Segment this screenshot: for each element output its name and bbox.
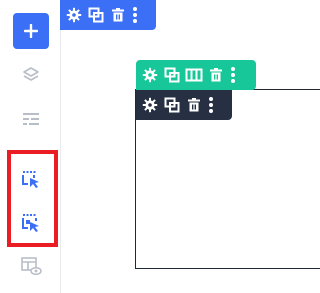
add-element-button[interactable]: [13, 13, 49, 49]
preview-layout-button[interactable]: [13, 248, 49, 284]
highlight-frame: [7, 150, 58, 247]
navigator-button[interactable]: [13, 101, 49, 137]
gear-icon[interactable]: [141, 96, 159, 114]
layers-icon: [23, 67, 39, 81]
duplicate-icon[interactable]: [163, 66, 181, 84]
gear-icon[interactable]: [141, 66, 159, 84]
columns-icon[interactable]: [185, 66, 203, 84]
gear-icon[interactable]: [65, 6, 83, 24]
preview-layout-icon: [21, 257, 42, 276]
container-toolbar: [136, 60, 256, 90]
left-sidebar: [0, 0, 61, 293]
more-icon[interactable]: [229, 66, 237, 84]
more-icon[interactable]: [207, 96, 215, 114]
trash-icon[interactable]: [109, 6, 127, 24]
trash-icon[interactable]: [185, 96, 203, 114]
trash-icon[interactable]: [207, 66, 225, 84]
add-icon: [24, 24, 38, 38]
more-icon[interactable]: [131, 6, 139, 24]
outer-element-toolbar: [60, 0, 156, 30]
inner-element-toolbar: [136, 90, 232, 120]
layers-button[interactable]: [13, 57, 49, 93]
duplicate-icon[interactable]: [87, 6, 105, 24]
navigator-icon: [23, 113, 39, 125]
duplicate-icon[interactable]: [163, 96, 181, 114]
